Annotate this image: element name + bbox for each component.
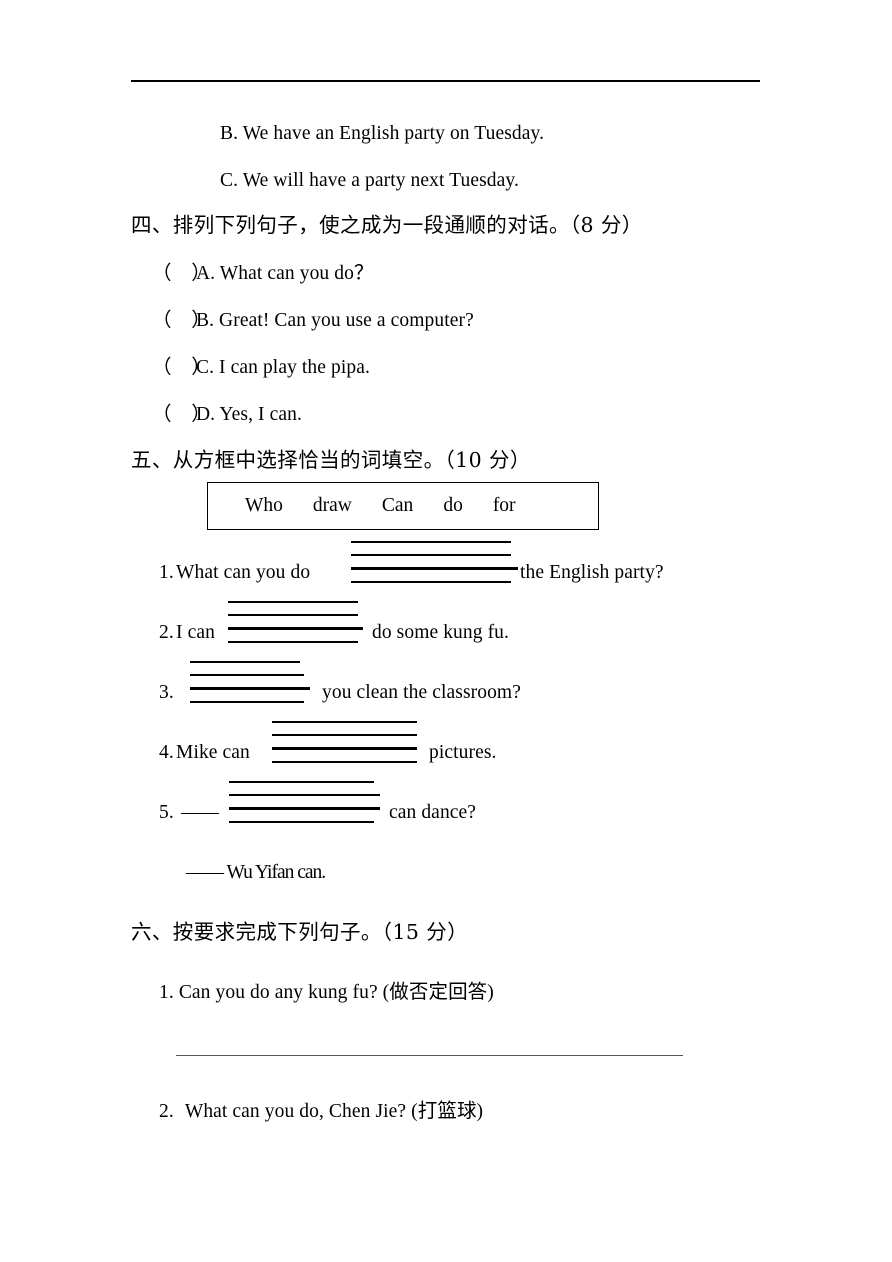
fill-item-3-number: 3. <box>159 682 174 703</box>
page-top-divider <box>131 80 760 82</box>
section-six-item-2: 2. What can you do, Chen Jie? (打篮球) <box>159 1102 483 1122</box>
fill-item-4-number: 4. <box>159 742 174 763</box>
answer-bracket-a[interactable]: （ ） <box>152 264 211 284</box>
answer-bracket-b[interactable]: （ ） <box>152 311 211 331</box>
answer-bracket-d[interactable]: （ ） <box>152 405 211 425</box>
section-six-item-2-text: What can you do, Chen Jie? (打篮球) <box>184 1101 484 1122</box>
section-five-heading: 五、从方框中选择恰当的词填空。（10 分） <box>131 448 531 472</box>
exam-page: B. We have an English party on Tuesday. … <box>0 0 892 1262</box>
fill-item-2-number: 2. <box>159 622 174 643</box>
section-four-heading: 四、排列下列句子，使之成为一段通顺的对话。（8 分） <box>131 213 643 237</box>
fill-item-2-before: I can <box>176 622 215 643</box>
fill-item-1-before: What can you do <box>176 562 311 583</box>
fill-item-1-number: 1. <box>159 562 174 583</box>
section-six-item-1-text: Can you do any kung fu? (做否定回答) <box>178 982 494 1003</box>
fill-item-5-number: 5. <box>159 802 174 823</box>
section-four-item-a: （ ）A. What can you do？ <box>152 264 374 284</box>
section-six-item-1-number: 1. <box>159 982 174 1003</box>
word-bank-box: Who draw Can do for <box>207 482 599 530</box>
carryover-option-c: C. We will have a party next Tuesday. <box>220 170 519 191</box>
word-bank-item-4[interactable]: for <box>493 496 516 516</box>
option-text-d: D. Yes, I can. <box>196 404 302 425</box>
fill-item-4-before: Mike can <box>176 742 250 763</box>
option-text-c: C. I can play the pipa. <box>196 357 370 378</box>
fill-item-5-before: —— <box>181 802 219 823</box>
fill-item-3-after: you clean the classroom? <box>322 682 521 703</box>
fill-item-5-after: can dance? <box>389 802 477 823</box>
section-six-answer-line-1[interactable] <box>176 1055 683 1056</box>
section-four-item-b: （ ）B. Great! Can you use a computer? <box>152 311 474 331</box>
fill-item-1-after: the English party? <box>520 562 664 583</box>
section-six-heading: 六、按要求完成下列句子。（15 分） <box>131 920 469 944</box>
option-text-b: B. Great! Can you use a computer? <box>196 310 474 331</box>
word-bank-item-1[interactable]: draw <box>313 496 352 516</box>
word-bank-words: Who draw Can do for <box>245 496 516 516</box>
fill-item-4-after: pictures. <box>429 742 497 763</box>
word-bank-item-2[interactable]: Can <box>382 496 413 516</box>
fill-item-2-after: do some kung fu. <box>372 622 510 643</box>
word-bank-item-0[interactable]: Who <box>245 496 283 516</box>
word-bank-item-3[interactable]: do <box>443 496 463 516</box>
section-six-item-2-number: 2. <box>159 1101 174 1122</box>
section-four-item-d: （ ）D. Yes, I can. <box>152 405 302 425</box>
section-six-item-1: 1. Can you do any kung fu? (做否定回答) <box>159 983 494 1003</box>
option-text-a: A. What can you do？ <box>196 263 374 284</box>
carryover-option-b: B. We have an English party on Tuesday. <box>220 123 545 144</box>
answer-bracket-c[interactable]: （ ） <box>152 358 211 378</box>
section-four-item-c: （ ）C. I can play the pipa. <box>152 358 370 378</box>
fill-item-5-answer: —— Wu Yifan can. <box>186 862 326 883</box>
